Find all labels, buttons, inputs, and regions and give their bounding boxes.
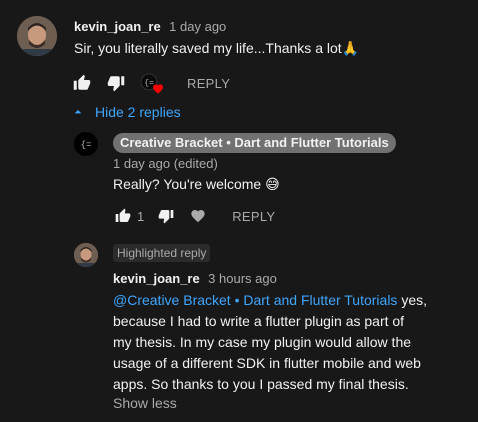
comment-text: Sir, you literally saved my life...Thank… xyxy=(74,40,342,56)
reply1-actions: 1 REPLY xyxy=(111,204,275,228)
commenter-avatar[interactable] xyxy=(17,16,57,56)
reply1-like-count: 1 xyxy=(137,208,145,224)
reply1-dislike-button[interactable] xyxy=(154,204,178,228)
dislike-button[interactable] xyxy=(104,71,128,95)
channel-avatar[interactable]: {= xyxy=(74,132,98,156)
heart-icon xyxy=(191,210,205,223)
reply2-header: kevin_joan_re 3 hours ago xyxy=(113,270,277,288)
reply2-line-5: apps. So thanks to you I passed my final… xyxy=(113,376,409,392)
thumbs-down-icon xyxy=(158,210,174,224)
reply1-time[interactable]: 1 day ago (edited) xyxy=(113,156,218,171)
reply1-text: Really? You're welcome xyxy=(113,176,262,192)
reply1-text-row: Really? You're welcome 😅 xyxy=(113,174,280,195)
mention-link[interactable]: @Creative Bracket • Dart and Flutter Tut… xyxy=(113,292,397,308)
comment-time[interactable]: 1 day ago xyxy=(169,19,226,34)
chevron-up-icon xyxy=(74,110,82,114)
pray-emoji: 🙏 xyxy=(341,40,360,56)
highlighted-reply-badge: Highlighted reply xyxy=(113,244,211,262)
reply2-line-4: usage of a different SDK in flutter mobi… xyxy=(113,355,421,371)
reply2-time[interactable]: 3 hours ago xyxy=(208,271,277,286)
channel-owner-badge[interactable]: Creative Bracket • Dart and Flutter Tuto… xyxy=(113,133,396,153)
heart-icon xyxy=(153,84,163,94)
reply-button[interactable]: REPLY xyxy=(187,76,230,91)
show-less-link[interactable]: Show less xyxy=(113,395,177,411)
reply2-line-2: because I had to write a flutter plugin … xyxy=(113,313,405,329)
reply2-badge-row: Highlighted reply xyxy=(113,244,211,262)
thumbs-down-icon xyxy=(107,76,125,92)
reply2-author[interactable]: kevin_joan_re xyxy=(113,271,200,286)
thumbs-up-icon xyxy=(73,74,91,90)
reply2-line-3: my thesis. In my case my plugin would al… xyxy=(113,334,412,350)
reply2-avatar[interactable] xyxy=(74,243,98,267)
comment-author[interactable]: kevin_joan_re xyxy=(74,19,161,34)
hide-replies-toggle[interactable]: Hide 2 replies xyxy=(70,104,181,120)
like-button[interactable] xyxy=(70,71,94,95)
sweat-smile-emoji: 😅 xyxy=(265,176,280,192)
comment-header: kevin_joan_re 1 day ago xyxy=(74,18,226,36)
thumbs-up-icon xyxy=(115,208,131,222)
comment-actions: {= REPLY xyxy=(70,71,230,95)
creator-heart: {= xyxy=(138,71,163,95)
svg-text:{=: {= xyxy=(81,140,92,150)
reply1-reply-button[interactable]: REPLY xyxy=(232,209,275,224)
reply1-header: Creative Bracket • Dart and Flutter Tuto… xyxy=(113,133,396,153)
reply2-line-1: @Creative Bracket • Dart and Flutter Tut… xyxy=(113,292,428,308)
reply1-like-button[interactable] xyxy=(111,204,135,228)
hide-replies-label: Hide 2 replies xyxy=(95,104,181,120)
reply2-text: @Creative Bracket • Dart and Flutter Tut… xyxy=(113,290,473,395)
reply1-heart-button[interactable] xyxy=(186,204,210,228)
comment-text-row: Sir, you literally saved my life...Thank… xyxy=(74,38,359,59)
